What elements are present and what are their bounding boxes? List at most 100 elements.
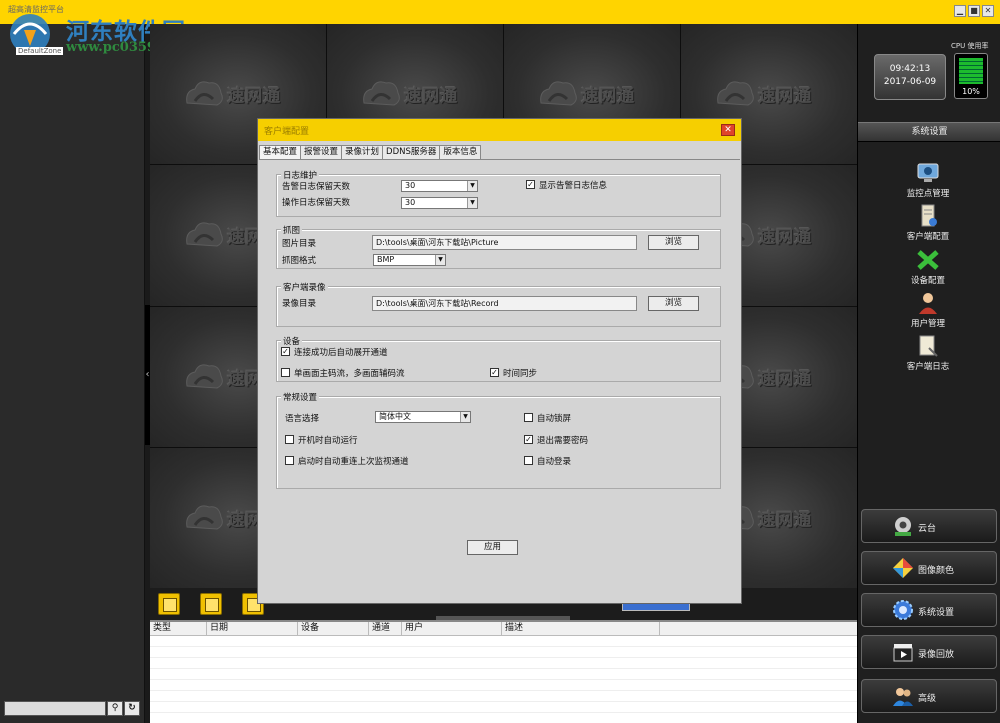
button-label: 系统设置	[918, 608, 955, 618]
table-row	[150, 702, 857, 713]
capture-group: 抓图 图片目录 D:\tools\桌面\河东下载站\Picture 浏览 抓图格…	[276, 224, 721, 269]
table-row	[150, 636, 857, 647]
show-alarm-checkbox[interactable]: ✓	[526, 180, 535, 189]
tab-basic[interactable]: 基本配置	[259, 145, 302, 160]
layout-1-button[interactable]	[158, 593, 180, 615]
brand-logo-icon	[185, 81, 223, 106]
picture-dir-field[interactable]: D:\tools\桌面\河东下载站\Picture	[372, 235, 637, 250]
auto-login-checkbox[interactable]	[524, 456, 533, 465]
record-dir-field[interactable]: D:\tools\桌面\河东下载站\Record	[372, 296, 637, 311]
stream-checkbox[interactable]	[281, 368, 290, 377]
apply-button[interactable]: 应用	[467, 540, 518, 555]
reconnect-label: 启动时自动重连上次监视通道	[298, 457, 409, 467]
auto-lock-checkbox[interactable]	[524, 413, 533, 422]
image-color-button[interactable]: 图像颜色	[861, 551, 997, 585]
chevron-down-icon: ▼	[435, 255, 445, 265]
table-row	[150, 658, 857, 669]
default-zone-label: DefaultZone	[16, 47, 64, 55]
search-icon[interactable]: ⚲	[107, 701, 123, 716]
system-settings-header: 系统设置	[858, 122, 1000, 142]
device-config-item[interactable]: 设备配置	[888, 248, 968, 286]
button-label: 云台	[918, 524, 937, 534]
group-title: 常规设置	[281, 391, 320, 403]
reconnect-checkbox[interactable]	[285, 456, 294, 465]
op-days-label: 操作日志保留天数	[282, 198, 351, 208]
item-label: 设备配置	[910, 276, 945, 286]
capture-format-select[interactable]: BMP ▼	[373, 254, 446, 266]
column-header[interactable]: 类型	[150, 622, 207, 635]
dialog-title: 客户端配置	[264, 127, 310, 137]
table-row	[150, 647, 857, 658]
auto-open-checkbox[interactable]: ✓	[281, 347, 290, 356]
language-select[interactable]: 简体中文 ▼	[375, 411, 471, 423]
dialog-title-bar[interactable]: 客户端配置 ✕	[258, 119, 741, 141]
close-button[interactable]: ✕	[982, 5, 994, 17]
item-label: 客户端日志	[906, 362, 950, 372]
device-tree-panel: ⚲ ↻	[0, 24, 145, 723]
autorun-label: 开机时自动运行	[298, 436, 358, 446]
users-icon	[893, 688, 913, 706]
brand-text: 速网通	[758, 510, 813, 531]
capture-format-label: 抓图格式	[282, 256, 317, 266]
monitor-point-manage-item[interactable]: 监控点管理	[888, 161, 968, 199]
client-config-item[interactable]: 客户端配置	[888, 204, 968, 242]
playback-button[interactable]: 录像回放	[861, 635, 997, 669]
alarm-days-select[interactable]: 30 ▼	[401, 180, 478, 192]
group-title: 客户端录像	[281, 281, 328, 293]
device-group: 设备 ✓ 连接成功后自动展开通道 单画面主码流，多画面辅码流 ✓ 时间同步	[276, 335, 721, 382]
user-icon	[919, 293, 937, 314]
record-browse-button[interactable]: 浏览	[648, 296, 699, 311]
search-input[interactable]	[4, 701, 106, 716]
clock-display: 09:42:13 2017-06-09	[874, 54, 946, 100]
brand-logo-icon	[716, 81, 754, 106]
tab-record-plan[interactable]: 录像计划	[341, 145, 384, 159]
brand-logo-icon	[539, 81, 577, 106]
client-config-dialog: 客户端配置 ✕ 基本配置 报警设置 录像计划 DDNS服务器 版本信息 日志维护…	[257, 118, 742, 604]
brand-text: 速网通	[758, 369, 813, 390]
chevron-down-icon: ▼	[467, 198, 477, 208]
alarm-days-label: 告警日志保留天数	[282, 182, 351, 192]
close-icon[interactable]: ✕	[721, 124, 735, 136]
brand-text: 速网通	[758, 227, 813, 248]
auto-lock-label: 自动锁屏	[537, 414, 572, 424]
brand-text: 速网通	[581, 86, 636, 107]
exit-password-checkbox[interactable]: ✓	[524, 435, 533, 444]
column-header[interactable]: 日期	[207, 622, 298, 635]
user-manage-item[interactable]: 用户管理	[888, 291, 968, 329]
ptz-button[interactable]: 云台	[861, 509, 997, 543]
group-title: 抓图	[281, 224, 303, 236]
time-sync-checkbox[interactable]: ✓	[490, 368, 499, 377]
column-header-filler	[660, 622, 857, 635]
tab-ddns[interactable]: DDNS服务器	[382, 145, 441, 159]
refresh-icon[interactable]: ↻	[124, 701, 140, 716]
column-header[interactable]: 通道	[369, 622, 402, 635]
op-days-select[interactable]: 30 ▼	[401, 197, 478, 209]
column-header[interactable]: 用户	[402, 622, 502, 635]
client-log-item[interactable]: 客户端日志	[888, 334, 968, 372]
layout-4-button[interactable]	[200, 593, 222, 615]
log-maintenance-group: 日志维护 告警日志保留天数 30 ▼ 操作日志保留天数 30 ▼ ✓ 显示告警日志信…	[276, 169, 721, 217]
brand-logo-icon	[362, 81, 400, 106]
chevron-down-icon: ▼	[467, 181, 477, 191]
window-controls: ▁ ■ ✕	[954, 5, 994, 17]
column-header[interactable]: 描述	[502, 622, 660, 635]
dialog-body: 日志维护 告警日志保留天数 30 ▼ 操作日志保留天数 30 ▼ ✓ 显示告警日志信…	[259, 159, 740, 603]
minimize-button[interactable]: ▁	[954, 5, 966, 17]
tab-alarm[interactable]: 报警设置	[300, 145, 343, 159]
language-label: 语言选择	[285, 414, 320, 424]
ptz-camera-icon	[895, 517, 911, 536]
button-label: 录像回放	[918, 650, 955, 660]
brand-logo-icon	[185, 505, 223, 530]
maximize-button[interactable]: ■	[968, 5, 980, 17]
tab-version[interactable]: 版本信息	[439, 145, 482, 159]
clock-time: 09:42:13	[889, 64, 931, 74]
item-label: 客户端配置	[906, 232, 950, 242]
picture-browse-button[interactable]: 浏览	[648, 235, 699, 250]
show-alarm-label: 显示告警日志信息	[539, 181, 608, 191]
system-settings-button[interactable]: 系统设置	[861, 593, 997, 627]
tools-icon	[917, 250, 939, 270]
autorun-checkbox[interactable]	[285, 435, 294, 444]
advanced-button[interactable]: 高级	[861, 679, 997, 713]
column-header[interactable]: 设备	[298, 622, 369, 635]
cpu-value: 10%	[962, 87, 980, 96]
